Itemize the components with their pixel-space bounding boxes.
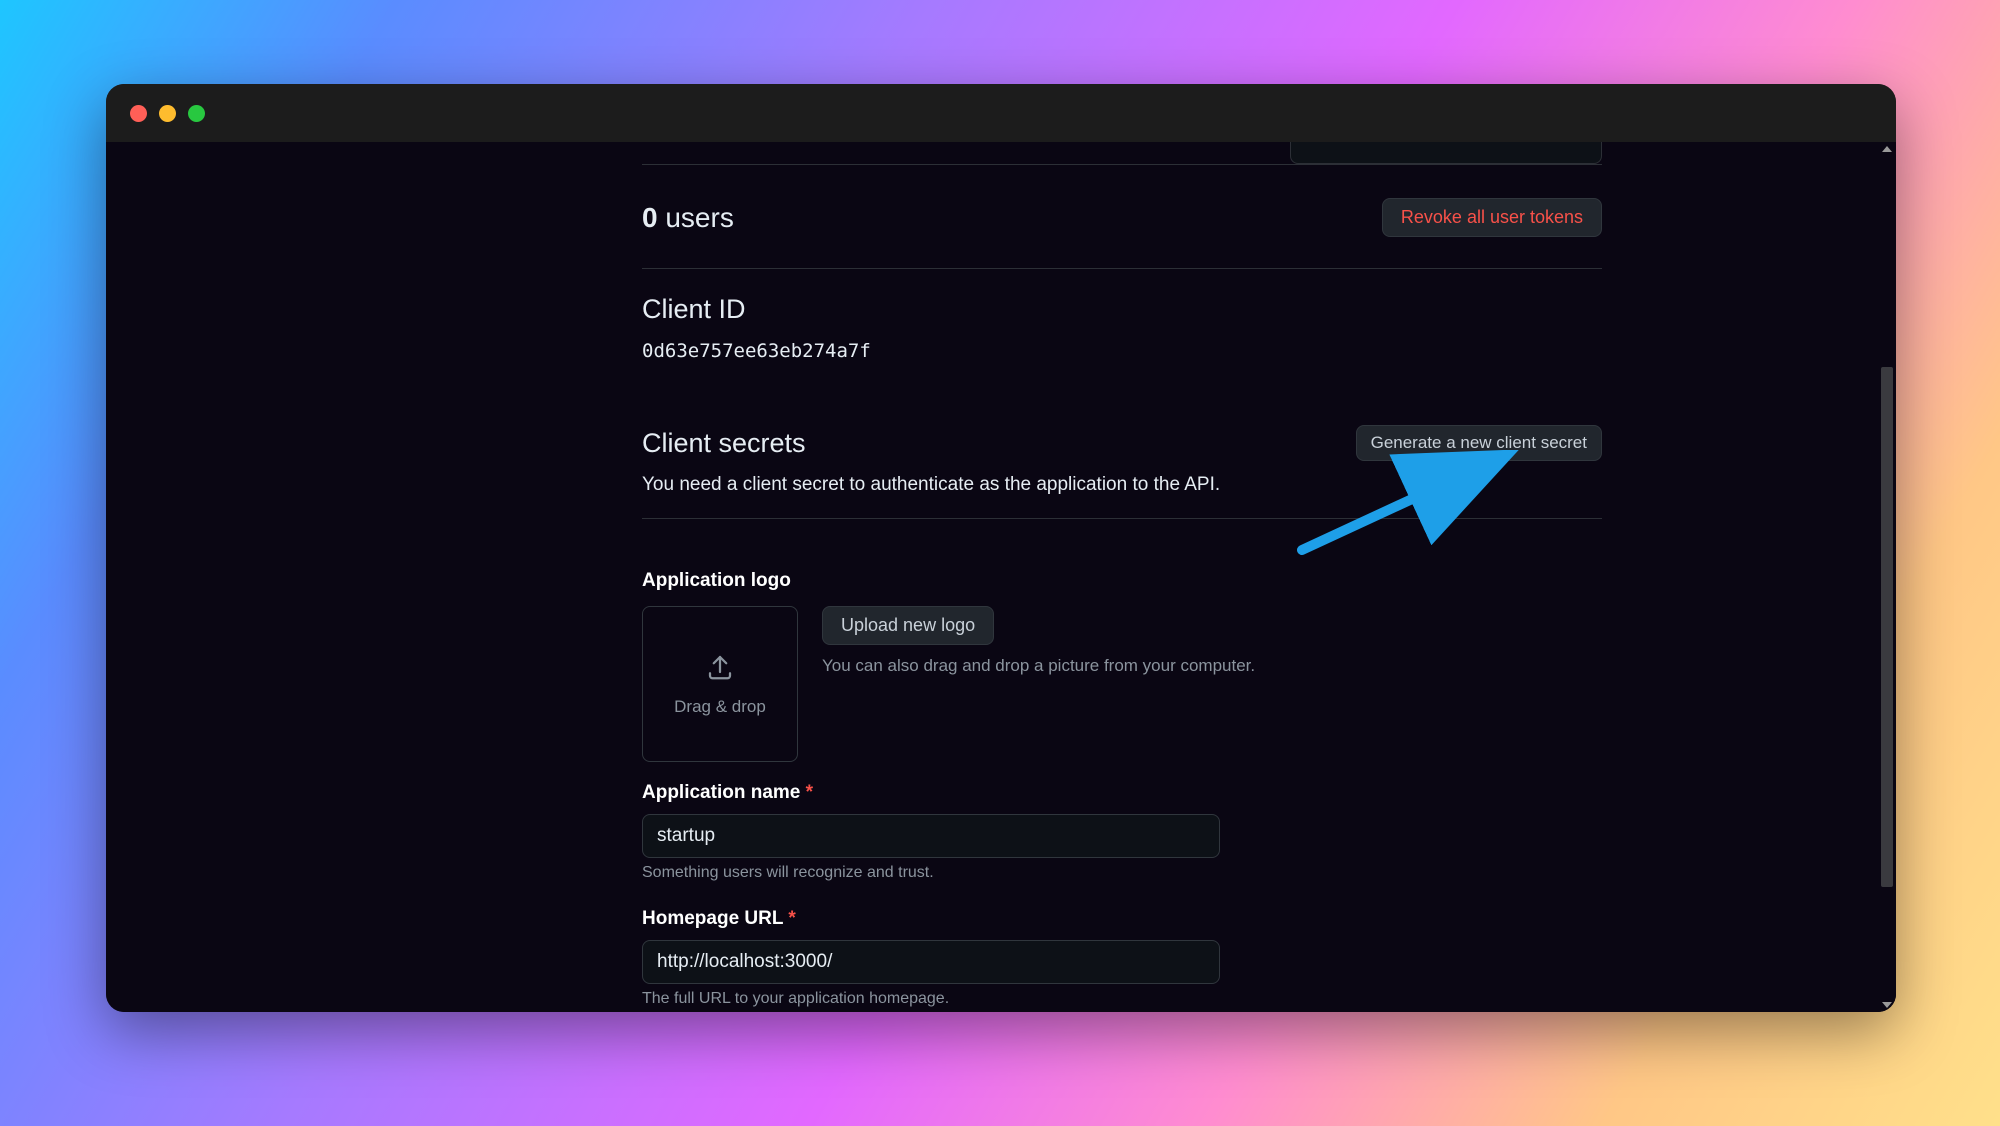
application-name-input[interactable] [642,814,1220,858]
homepage-url-hint: The full URL to your application homepag… [642,990,949,1008]
upload-icon [705,652,735,687]
scrollbar[interactable] [1878,142,1896,1012]
client-id-value: 0d63e757ee63eb274a7f [642,340,871,362]
scroll-thumb[interactable] [1881,367,1893,887]
annotation-arrow-icon [1292,450,1522,560]
homepage-url-input[interactable] [642,940,1220,984]
section-divider [642,164,1602,165]
revoke-tokens-button[interactable]: Revoke all user tokens [1382,198,1602,237]
upload-logo-button[interactable]: Upload new logo [822,606,994,645]
scroll-down-icon[interactable] [1882,1002,1892,1008]
required-indicator: * [806,782,813,803]
application-name-hint: Something users will recognize and trust… [642,864,934,882]
client-secrets-title: Client secrets [642,428,806,459]
window-minimize-button[interactable] [159,105,176,122]
client-secrets-row: Client secrets Generate a new client sec… [642,425,1602,461]
page-viewport: 0 users Revoke all user tokens Client ID… [106,142,1896,1012]
window-close-button[interactable] [130,105,147,122]
window-maximize-button[interactable] [188,105,205,122]
users-row: 0 users Revoke all user tokens [642,198,1602,237]
partial-dropdown[interactable] [1290,142,1602,164]
section-divider [642,518,1602,519]
logo-drop-zone[interactable]: Drag & drop [642,606,798,762]
client-secrets-hint: You need a client secret to authenticate… [642,474,1220,496]
users-label: users [665,202,733,233]
section-divider [642,268,1602,269]
upload-logo-hint: You can also drag and drop a picture fro… [822,656,1255,676]
required-indicator: * [788,908,795,929]
app-window: 0 users Revoke all user tokens Client ID… [106,84,1896,1012]
client-id-label: Client ID [642,294,746,325]
application-logo-label: Application logo [642,570,791,592]
users-count: 0 [642,202,658,233]
window-titlebar [106,84,1896,142]
drop-zone-text: Drag & drop [674,697,766,717]
users-count-label: 0 users [642,202,734,234]
scroll-up-icon[interactable] [1882,146,1892,152]
homepage-url-label: Homepage URL * [642,908,796,930]
generate-client-secret-button[interactable]: Generate a new client secret [1356,425,1602,461]
application-name-label: Application name * [642,782,813,804]
